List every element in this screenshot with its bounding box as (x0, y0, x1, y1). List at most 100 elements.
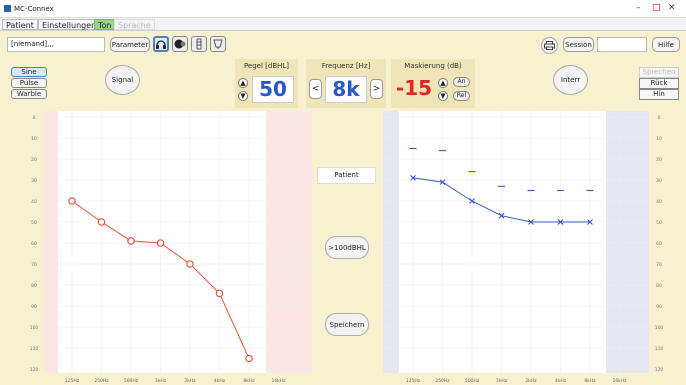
x-tick-label: 8kHz (243, 378, 255, 384)
tab-ton[interactable]: Ton (94, 19, 116, 30)
y-tick-label: 110 (30, 346, 39, 352)
y-tick-label: 80 (31, 283, 37, 289)
x-tick-label: 1kHz (496, 378, 508, 384)
x-tick-label: 4kHz (214, 378, 226, 384)
masking-on-button[interactable]: An (453, 77, 470, 87)
masking-up-icon[interactable]: ▲ (438, 78, 448, 88)
printer-icon[interactable] (541, 37, 558, 54)
insert-earphone-icon[interactable] (191, 36, 207, 52)
y-tick-label: 110 (655, 346, 664, 352)
x-tick-label: 125Hz (65, 378, 80, 384)
level-header: Pegel [dBHL] (243, 62, 290, 70)
y-tick-label: 120 (30, 367, 39, 373)
x-tick-label: 250Hz (435, 378, 450, 384)
bone-conductor-icon[interactable] (172, 36, 188, 52)
over-100-dbhl-button[interactable]: >100dBHL (325, 236, 369, 259)
data-point-circle (97, 218, 106, 226)
x-tick-label: 250Hz (94, 378, 109, 384)
interrupt-button[interactable]: Interr (553, 65, 588, 95)
y-tick-label: 30 (31, 178, 37, 184)
masking-down-icon[interactable]: ▼ (438, 91, 448, 101)
data-point-circle (245, 354, 253, 363)
minimize-icon[interactable]: – (636, 3, 641, 13)
x-tick-label: 8kHz (584, 378, 596, 384)
y-tick-label: 10 (656, 136, 662, 142)
signal-button[interactable]: Signal (105, 65, 140, 95)
back-button[interactable]: Rück (639, 78, 679, 89)
level-up-icon[interactable]: ▲ (238, 78, 248, 88)
headphones-icon[interactable] (153, 36, 169, 52)
tab-einstellungen[interactable]: Einstellungen (38, 19, 101, 30)
data-point-circle (215, 289, 224, 298)
y-tick-label: 120 (655, 367, 664, 373)
masking-panel: Maskierung (dB) -15 ▲ ▼ An Rel (391, 59, 475, 108)
audiogram-right[interactable]: 0 10 20 30 40 50 60 70 80 90 100 110 120 125Hz 250Hz 50… (28, 111, 312, 385)
x-tick-label: 2kHz (184, 378, 196, 384)
y-tick-label: 10 (31, 136, 37, 142)
patient-label: Patient (317, 167, 376, 184)
x-tick-label: 16kHz (612, 378, 627, 384)
data-point-circle (127, 237, 135, 245)
y-tick-label: 50 (31, 220, 37, 226)
y-tick-label: 80 (656, 283, 662, 289)
out-of-range-band (383, 111, 399, 373)
maximize-icon[interactable]: □ (652, 3, 661, 13)
data-point-circle (68, 197, 76, 205)
title-bar: MC-Connex – □ ✕ (0, 0, 686, 18)
x-tick-label: 16kHz (271, 378, 286, 384)
close-icon[interactable]: ✕ (668, 3, 676, 13)
y-tick-label: 20 (31, 157, 37, 163)
frequency-prev-button[interactable]: < (309, 79, 322, 99)
data-point-circle (156, 239, 165, 247)
level-value: 50 (252, 76, 294, 103)
save-button[interactable]: Speichern (325, 313, 369, 336)
tab-sprache: Sprache (114, 19, 155, 30)
y-tick-label: 0 (658, 115, 661, 121)
masking-header: Maskierung (dB) (404, 62, 462, 70)
x-tick-label: 4kHz (555, 378, 567, 384)
out-of-range-band (44, 111, 58, 373)
masking-rel-button[interactable]: Rel (453, 91, 470, 101)
level-panel: Pegel [dBHL] ▲ ▼ 50 (235, 59, 298, 108)
speak-button: Sprechen (639, 67, 679, 78)
session-field[interactable] (597, 37, 647, 52)
y-tick-label: 90 (656, 304, 662, 310)
frequency-header: Frequenz [Hz] (321, 62, 371, 70)
parameter-button[interactable]: Parameter (110, 37, 150, 52)
signal-sine-button[interactable]: Sine (11, 67, 47, 77)
frequency-next-button[interactable]: > (370, 79, 383, 99)
signal-pulse-button[interactable]: Pulse (11, 78, 47, 88)
session-button[interactable]: Session (563, 37, 594, 52)
out-of-range-band (606, 111, 649, 373)
y-tick-label: 60 (31, 241, 37, 247)
data-point-circle (186, 260, 194, 268)
y-tick-label: 40 (656, 199, 662, 205)
x-tick-label: 500Hz (465, 378, 480, 384)
y-tick-label: 100 (30, 325, 39, 331)
y-tick-label: 50 (656, 220, 662, 226)
x-tick-label: 500Hz (124, 378, 139, 384)
y-tick-label: 90 (31, 304, 37, 310)
forward-button[interactable]: Hin (639, 89, 679, 100)
menu-bar: Patient Einstellungen Ton Sprache (0, 18, 686, 31)
x-tick-label: 2kHz (525, 378, 537, 384)
y-tick-label: 0 (33, 115, 36, 121)
y-tick-label: 70 (656, 262, 662, 268)
x-tick-label: 1kHz (155, 378, 167, 384)
app-logo-icon (4, 5, 11, 12)
y-tick-label: 70 (31, 262, 37, 268)
tab-patient[interactable]: Patient (2, 19, 38, 30)
level-down-icon[interactable]: ▼ (238, 91, 248, 101)
y-tick-label: 100 (655, 325, 664, 331)
y-tick-label: 60 (656, 241, 662, 247)
frequency-value: 8k (325, 76, 367, 103)
y-tick-label: 30 (656, 178, 662, 184)
free-field-icon[interactable] (210, 36, 226, 52)
out-of-range-band (266, 111, 312, 373)
audiogram-left[interactable]: 0 10 20 30 40 50 60 70 80 90 100 110 120 125Hz 250Hz 50… (383, 111, 667, 385)
patient-field[interactable]: [niemand],,, (7, 37, 105, 52)
frequency-panel: Frequenz [Hz] < 8k > (306, 59, 386, 108)
help-button[interactable]: Hilfe (652, 37, 680, 52)
masking-value: -15 (394, 76, 434, 103)
signal-warble-button[interactable]: Warble (11, 89, 47, 99)
